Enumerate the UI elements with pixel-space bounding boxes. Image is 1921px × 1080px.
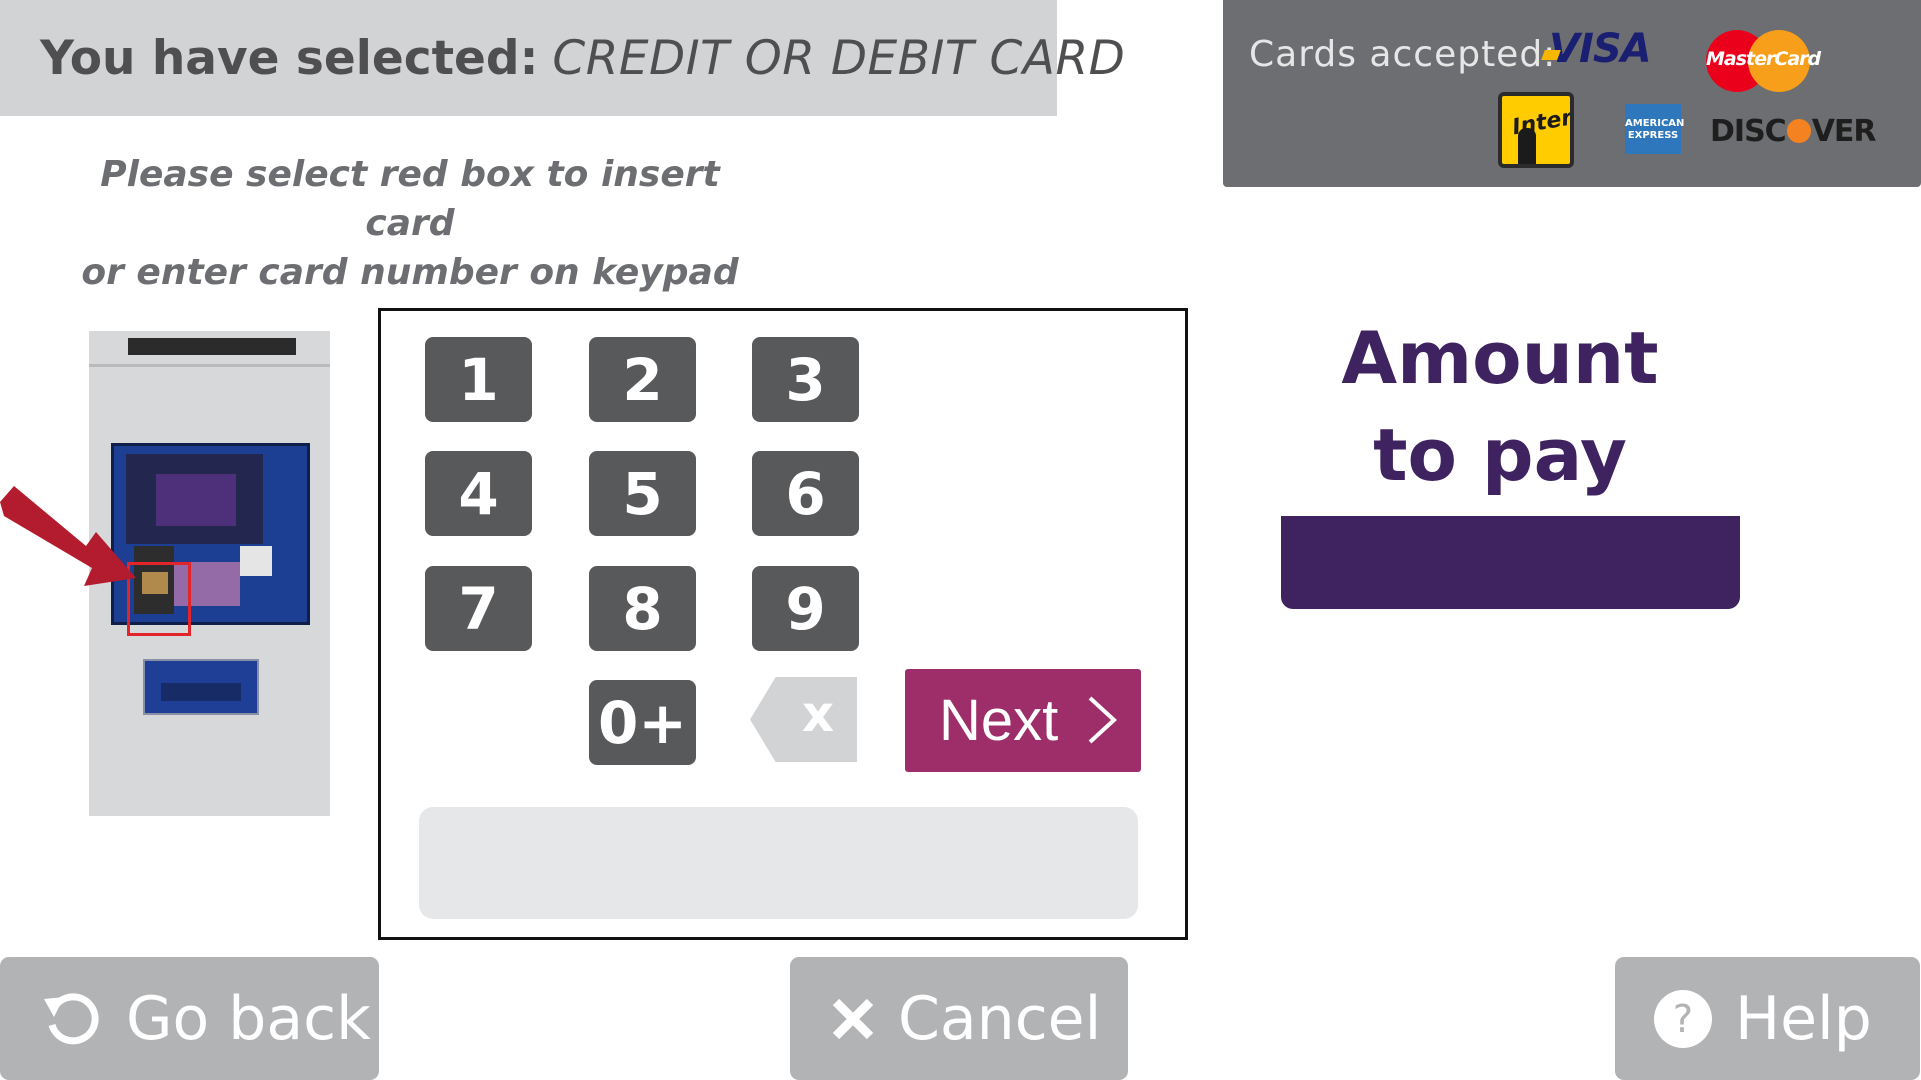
cards-accepted-panel: Cards accepted: VISA MasterCard Interac … (1223, 0, 1921, 187)
key-7[interactable]: 7 (425, 566, 532, 651)
chevron-right-icon (1088, 696, 1117, 744)
key-2[interactable]: 2 (589, 337, 696, 422)
amount-to-pay-title: Amount to pay (1300, 310, 1700, 504)
key-9[interactable]: 9 (752, 566, 859, 651)
key-5[interactable]: 5 (589, 451, 696, 536)
key-6[interactable]: 6 (752, 451, 859, 536)
key-1[interactable]: 1 (425, 337, 532, 422)
card-insert-red-box[interactable] (127, 562, 191, 636)
cancel-button[interactable]: Cancel (790, 957, 1128, 1080)
next-label: Next (939, 688, 1059, 753)
card-number-field[interactable] (419, 807, 1138, 919)
instructions-line-2: or enter card number on keypad (81, 252, 739, 293)
backspace-icon: x (801, 685, 835, 743)
amount-display (1281, 516, 1740, 609)
selected-payment-method: CREDIT OR DEBIT CARD (552, 30, 1126, 86)
american-express-logo: AMERICAN EXPRESS (1625, 104, 1684, 154)
selected-payment-banner: You have selected: CREDIT OR DEBIT CARD (0, 0, 1125, 116)
instructions: Please select red box to insert card or … (60, 150, 760, 297)
key-0-plus[interactable]: 0+ (589, 680, 696, 765)
selected-prefix: You have selected: (40, 30, 539, 86)
discover-logo: DISC VER (1710, 114, 1876, 149)
next-button[interactable]: Next (905, 669, 1141, 772)
backspace-button[interactable]: x (750, 677, 857, 762)
red-arrow-icon (0, 486, 136, 586)
help-button[interactable]: ? Help (1615, 957, 1920, 1080)
interac-logo: Interac (1498, 92, 1574, 168)
mastercard-logo: MasterCard (1706, 30, 1821, 92)
close-icon (832, 998, 874, 1039)
key-8[interactable]: 8 (589, 566, 696, 651)
instructions-line-1: Please select red box to insert card (100, 154, 720, 244)
visa-logo: VISA (1541, 26, 1652, 72)
cancel-label: Cancel (898, 983, 1102, 1054)
key-4[interactable]: 4 (425, 451, 532, 536)
amount-title-line-2: to pay (1373, 413, 1627, 497)
keypad-panel: 1 2 3 4 5 6 7 8 9 0+ x Next (378, 308, 1188, 940)
cards-accepted-label: Cards accepted: (1249, 34, 1557, 75)
go-back-icon (44, 992, 99, 1044)
go-back-button[interactable]: Go back (0, 957, 379, 1080)
help-icon: ? (1654, 989, 1712, 1048)
help-label: Help (1735, 983, 1872, 1054)
key-3[interactable]: 3 (752, 337, 859, 422)
go-back-label: Go back (126, 983, 371, 1054)
amount-title-line-1: Amount (1341, 316, 1659, 400)
svg-text:?: ? (1673, 997, 1693, 1041)
